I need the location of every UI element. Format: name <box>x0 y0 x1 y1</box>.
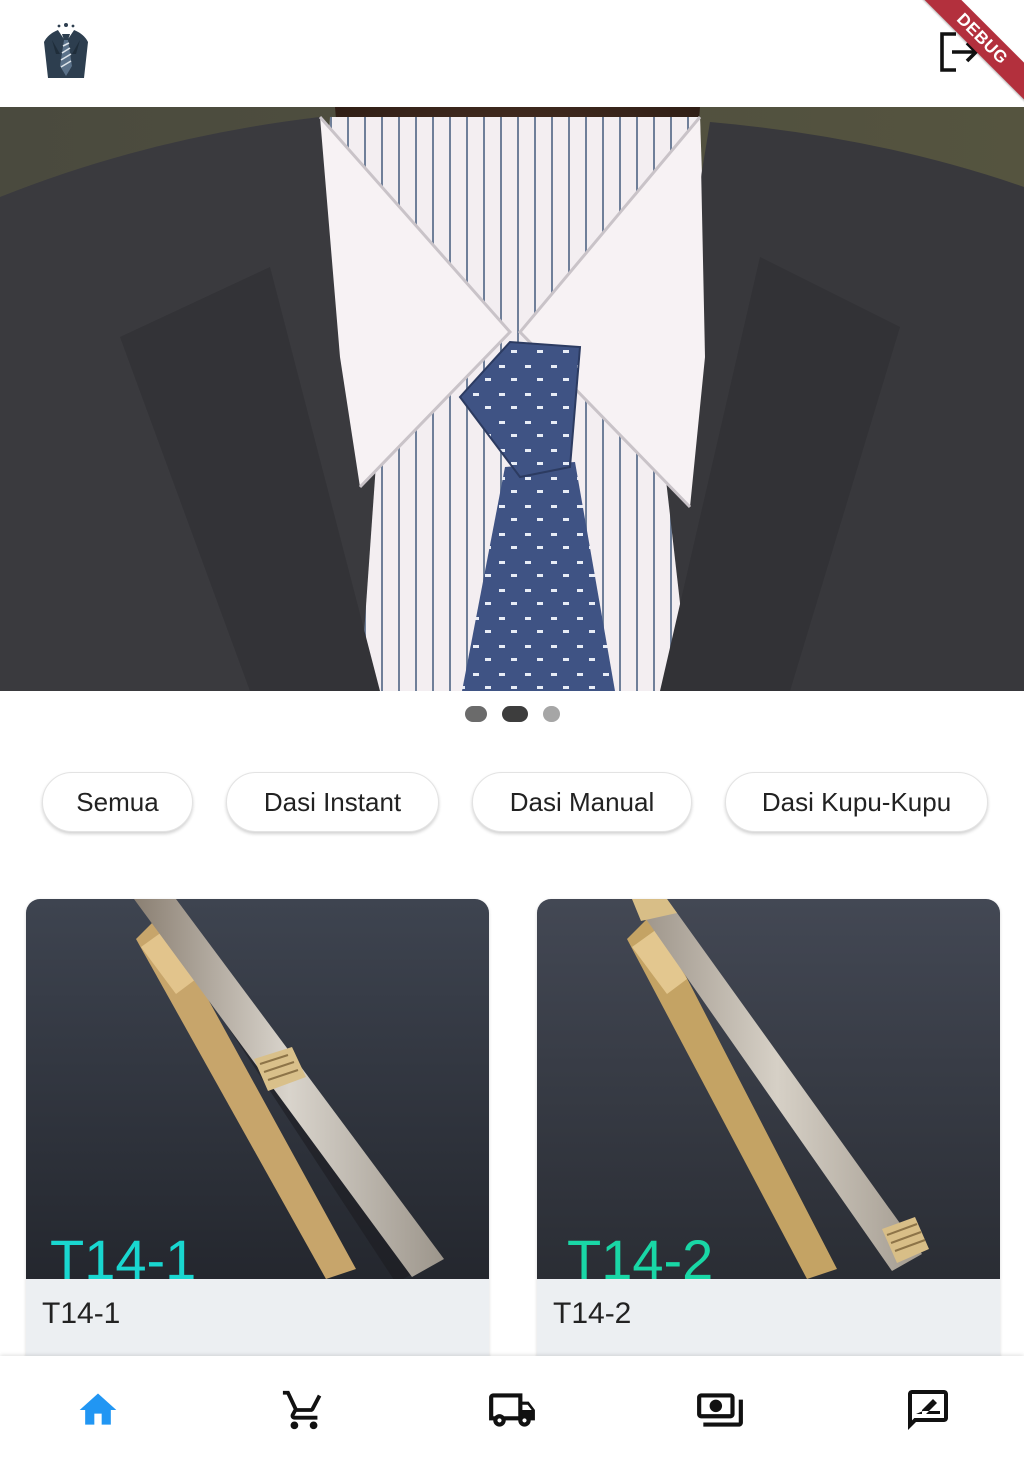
carousel-dot-2[interactable] <box>502 706 528 722</box>
carousel-dot-1[interactable] <box>465 706 487 722</box>
product-image-label: T14-2 <box>567 1228 713 1279</box>
nav-review-button[interactable] <box>902 1384 954 1436</box>
truck-icon <box>489 1393 535 1427</box>
product-title: T14-2 <box>553 1297 632 1330</box>
payments-icon <box>697 1393 743 1427</box>
category-chip-semua[interactable]: Semua <box>42 772 193 832</box>
nav-cart-button[interactable] <box>278 1384 330 1436</box>
category-filter-row: Semua Dasi Instant Dasi Manual Dasi Kupu… <box>0 772 1024 836</box>
category-chip-dasi-kupu-kupu[interactable]: Dasi Kupu-Kupu <box>725 772 988 832</box>
home-icon <box>79 1393 117 1425</box>
product-title: T14-1 <box>42 1297 121 1330</box>
suit-tie-logo-icon <box>38 20 94 80</box>
product-image-tie-clip: T14-2 <box>537 899 1000 1291</box>
product-image-label: T14-1 <box>50 1228 196 1279</box>
logout-icon <box>940 32 979 72</box>
logout-button[interactable] <box>934 28 982 76</box>
product-card[interactable]: T14-2 T14-2 <box>537 899 1000 1369</box>
category-chip-dasi-manual[interactable]: Dasi Manual <box>472 772 692 832</box>
cart-icon <box>282 1390 322 1430</box>
product-card[interactable]: T14-1 T14-1 <box>26 899 489 1369</box>
bottom-navigation <box>0 1356 1024 1464</box>
rate-review-icon <box>908 1390 948 1430</box>
carousel-dot-3[interactable] <box>543 706 560 722</box>
category-chip-dasi-instant[interactable]: Dasi Instant <box>226 772 439 832</box>
carousel-indicator <box>0 706 1024 724</box>
app-bar: DEBUG <box>0 0 1024 107</box>
hero-carousel-image[interactable] <box>0 107 1024 691</box>
nav-shipping-button[interactable] <box>486 1384 538 1436</box>
nav-payments-button[interactable] <box>694 1384 746 1436</box>
nav-home-button[interactable] <box>72 1384 124 1436</box>
product-image-tie-clip: T14-1 <box>26 899 489 1291</box>
